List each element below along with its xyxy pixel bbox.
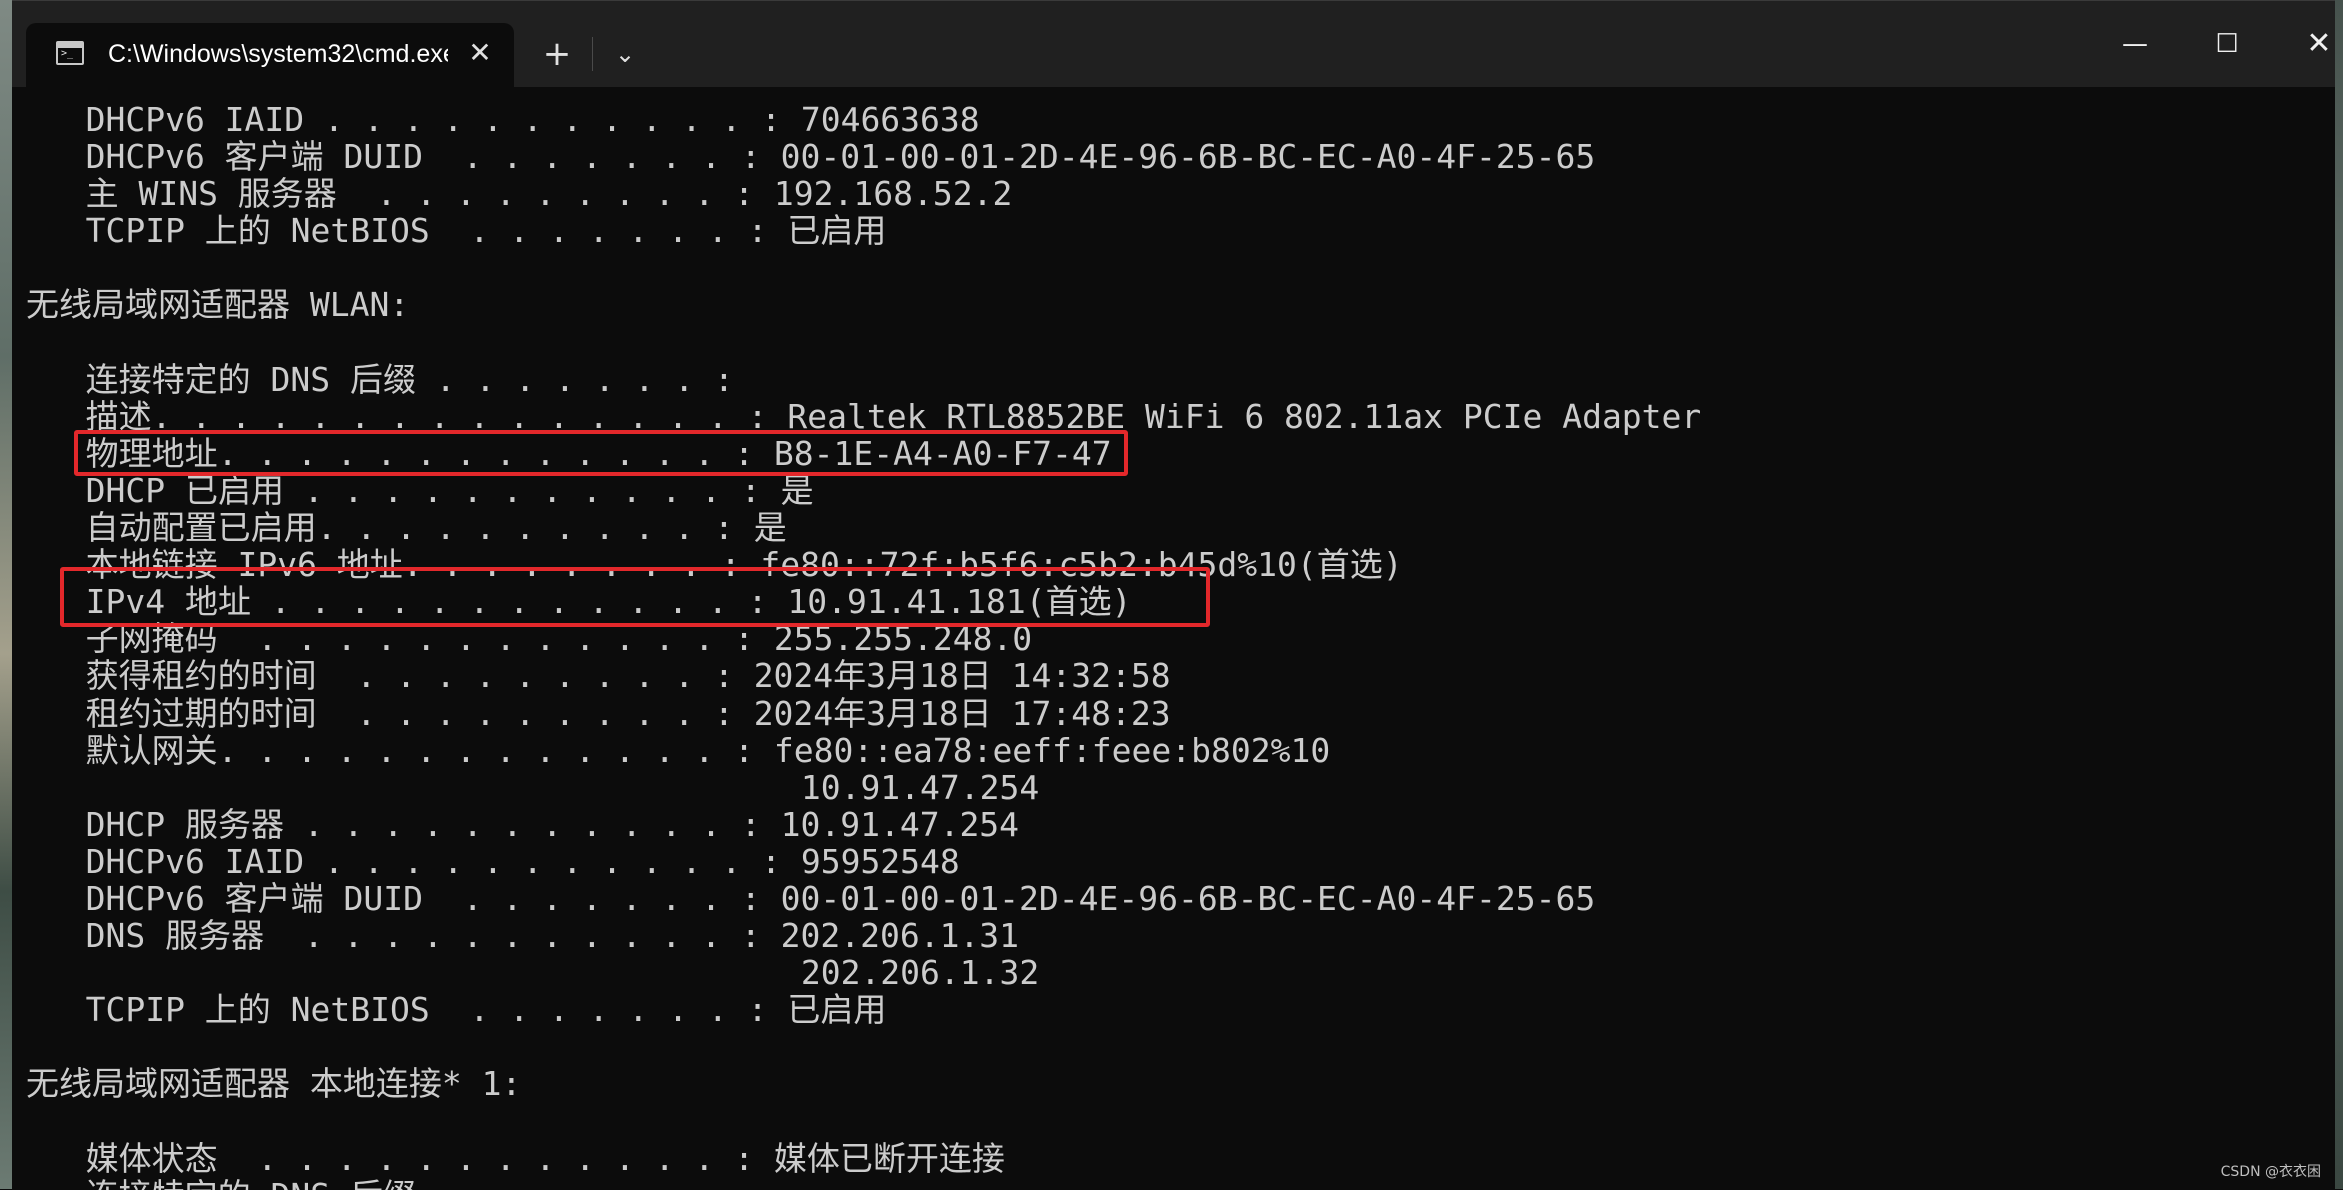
desktop-background-right bbox=[2335, 0, 2343, 1189]
cmd-icon bbox=[56, 41, 84, 65]
terminal-line: DHCPv6 IAID . . . . . . . . . . . : 9595… bbox=[26, 841, 960, 881]
maximize-button[interactable]: ☐ bbox=[2192, 11, 2262, 77]
terminal-line: DHCPv6 客户端 DUID . . . . . . . : 00-01-00… bbox=[26, 137, 1596, 177]
terminal-window: C:\Windows\system32\cmd.exe ✕ + ⌄ — ☐ ✕ … bbox=[12, 0, 2335, 1190]
terminal-line: 连接特定的 DNS 后缀 . . . . . . . : bbox=[26, 1177, 1701, 1190]
terminal-line: DHCPv6 IAID . . . . . . . . . . . : 7046… bbox=[26, 100, 980, 139]
terminal-line: DHCP 已启用 . . . . . . . . . . . : 是 bbox=[26, 470, 814, 510]
new-tab-button[interactable]: + bbox=[530, 31, 584, 77]
terminal-line: 自动配置已启用. . . . . . . . . . : 是 bbox=[26, 508, 787, 548]
terminal-line: 默认网关. . . . . . . . . . . . . : fe80::ea… bbox=[26, 730, 1331, 770]
terminal-line: 主 WINS 服务器 . . . . . . . . . : 192.168.5… bbox=[26, 174, 1013, 214]
chevron-down-icon[interactable]: ⌄ bbox=[600, 31, 650, 77]
terminal-line: 10.91.47.254 bbox=[26, 767, 1040, 807]
tab-cmd[interactable]: C:\Windows\system32\cmd.exe ✕ bbox=[26, 23, 514, 87]
tab-close-icon[interactable]: ✕ bbox=[460, 33, 500, 73]
title-bar[interactable]: C:\Windows\system32\cmd.exe ✕ + ⌄ — ☐ ✕ bbox=[12, 1, 2335, 87]
close-button[interactable]: ✕ bbox=[2284, 11, 2343, 77]
terminal-line: 租约过期的时间 . . . . . . . . . : 2024年3月18日 1… bbox=[26, 693, 1171, 733]
watermark: CSDN @衣衣困 bbox=[2220, 1164, 2321, 1180]
terminal-line: 连接特定的 DNS 后缀 . . . . . . . : bbox=[26, 359, 734, 399]
terminal-lines: DHCPv6 IAID . . . . . . . . . . . : 7046… bbox=[26, 101, 1701, 1190]
terminal-line: DNS 服务器 . . . . . . . . . . . : 202.206.… bbox=[26, 916, 1020, 956]
terminal-line: 无线局域网适配器 WLAN: bbox=[26, 285, 410, 325]
terminal-output[interactable]: DHCPv6 IAID . . . . . . . . . . . : 7046… bbox=[12, 87, 2335, 1190]
tab-title: C:\Windows\system32\cmd.exe bbox=[108, 40, 448, 68]
highlight-box-ipv4-address bbox=[60, 567, 1210, 627]
minimize-button[interactable]: — bbox=[2100, 11, 2170, 77]
terminal-line: TCPIP 上的 NetBIOS . . . . . . . : 已启用 bbox=[26, 990, 887, 1030]
terminal-line: DHCP 服务器 . . . . . . . . . . . : 10.91.4… bbox=[26, 804, 1020, 844]
terminal-line: DHCPv6 客户端 DUID . . . . . . . : 00-01-00… bbox=[26, 878, 1596, 918]
terminal-line: 无线局域网适配器 本地连接* 1: bbox=[26, 1064, 522, 1104]
terminal-line: 媒体状态 . . . . . . . . . . . . : 媒体已断开连接 bbox=[26, 1138, 1005, 1178]
tab-divider bbox=[592, 37, 593, 71]
desktop-background-left bbox=[0, 0, 12, 1189]
terminal-line: 202.206.1.32 bbox=[26, 953, 1040, 993]
highlight-box-physical-address bbox=[74, 430, 1128, 476]
terminal-line: TCPIP 上的 NetBIOS . . . . . . . : 已启用 bbox=[26, 211, 887, 251]
terminal-line: 获得租约的时间 . . . . . . . . . : 2024年3月18日 1… bbox=[26, 656, 1171, 696]
